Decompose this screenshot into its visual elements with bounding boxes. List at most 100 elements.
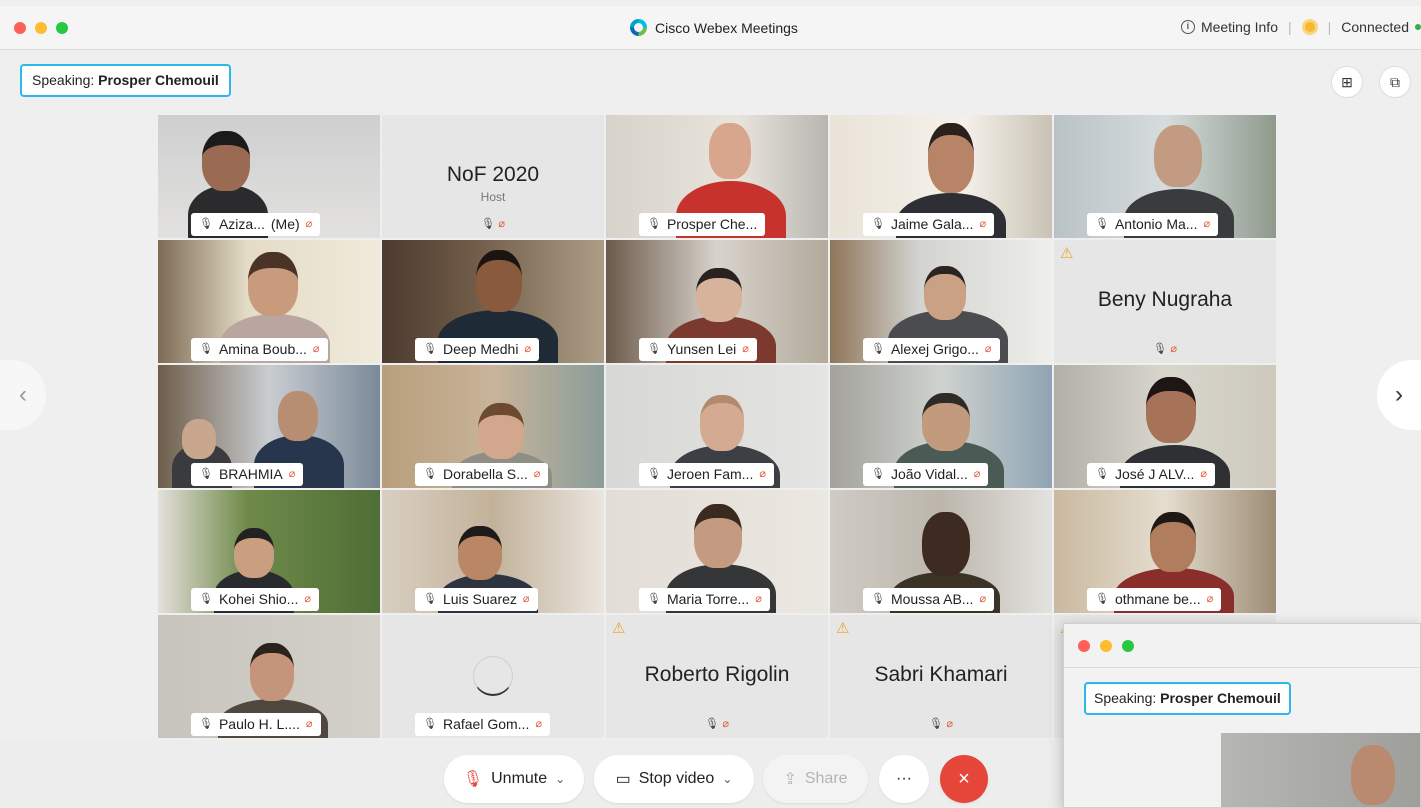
participant-name: othmane be... <box>1114 591 1201 607</box>
video-tile[interactable]: 🎙 Prosper Che... <box>606 115 828 238</box>
share-button[interactable]: ⇪ Share <box>763 755 868 803</box>
unmute-button[interactable]: 🎙 Unmute ⌄ <box>444 755 584 803</box>
status-icon[interactable] <box>1301 19 1318 35</box>
speaking-name: Prosper Chemouil <box>98 72 219 88</box>
participant-name-tag: 🎙 Yunsen Lei ⌀ <box>639 338 757 361</box>
minimize-window-button[interactable] <box>1100 640 1112 652</box>
muted-mic-icon: ⌀ <box>312 343 320 355</box>
leave-meeting-button[interactable]: × <box>940 755 988 803</box>
close-window-button[interactable] <box>14 22 26 34</box>
participant-name: Amina Boub... <box>218 341 307 357</box>
connection-status-label: Connected <box>1341 19 1409 35</box>
participant-name-tag: 🎙 Moussa AB... ⌀ <box>863 588 995 611</box>
mic-icon: 🎙 <box>1095 218 1109 230</box>
mic-icon: 🎙 <box>423 343 437 355</box>
avatar-head <box>696 268 742 322</box>
mic-icon: 🎙 <box>871 468 885 480</box>
participant-name: Alexej Grigo... <box>890 341 979 357</box>
mic-icon: 🎙 <box>423 593 437 605</box>
video-tile[interactable]: 🎙 José J ALV... ⌀ <box>1054 365 1276 488</box>
mini-title-bar <box>1064 624 1420 668</box>
video-tile[interactable]: 🎙 Jaime Gala... ⌀ <box>830 115 1052 238</box>
close-window-button[interactable] <box>1078 640 1090 652</box>
video-tile[interactable]: 🎙 Aziza... (Me) ⌀ <box>158 115 380 238</box>
video-tile[interactable]: 🎙 Jeroen Fam... ⌀ <box>606 365 828 488</box>
more-options-button[interactable]: ··· <box>879 755 929 803</box>
share-icon: ⇪ <box>783 771 797 788</box>
avatar-head <box>234 528 274 578</box>
video-tile[interactable]: 🎙 Alexej Grigo... ⌀ <box>830 240 1052 363</box>
muted-mic-icon: ⌀ <box>742 343 749 355</box>
video-tile[interactable]: 🎙 Amina Boub... ⌀ <box>158 240 380 363</box>
zoom-window-button[interactable] <box>1122 640 1134 652</box>
chevron-down-icon[interactable]: ⌄ <box>722 772 732 786</box>
video-tile[interactable]: 🎙 João Vidal... ⌀ <box>830 365 1052 488</box>
participant-name-tag: 🎙 Prosper Che... <box>639 213 766 236</box>
next-page-button[interactable]: › <box>1377 360 1421 430</box>
connected-dot-icon <box>1415 24 1421 30</box>
muted-mic-icon: ⌀ <box>973 468 981 480</box>
participant-name: João Vidal... <box>890 466 968 482</box>
video-tile[interactable]: 🎙 Luis Suarez ⌀ <box>382 490 604 613</box>
video-tile[interactable]: 🎙 BRAHMIA ⌀ <box>158 365 380 488</box>
avatar-head <box>1351 745 1395 805</box>
video-tile[interactable]: ⚠ Beny Nugraha 🎙 ⌀ <box>1054 240 1276 363</box>
stop-video-button[interactable]: ▭ Stop video ⌄ <box>594 755 754 803</box>
muted-mic-icon: ⌀ <box>984 343 992 355</box>
speaking-prefix: Speaking: <box>1094 690 1157 706</box>
video-tile[interactable]: NoF 2020 Host 🎙 ⌀ <box>382 115 604 238</box>
mic-icon: 🎙 <box>199 593 213 605</box>
stop-video-label: Stop video <box>638 770 715 787</box>
video-tile[interactable]: 🎙 Dorabella S... ⌀ <box>382 365 604 488</box>
participant-name: Roberto Rigolin <box>644 663 790 686</box>
video-tile[interactable]: 🎙 Paulo H. L.... ⌀ <box>158 615 380 738</box>
more-icon: ··· <box>896 770 912 787</box>
zoom-window-button[interactable] <box>56 22 68 34</box>
video-tile[interactable]: 🎙 Rafael Gom... ⌀ <box>382 615 604 738</box>
speaking-prefix: Speaking: <box>32 72 95 88</box>
mic-icon: 🎙 <box>647 593 661 605</box>
minimize-window-button[interactable] <box>35 22 47 34</box>
participant-name-tag: 🎙 Maria Torre... ⌀ <box>639 588 770 611</box>
video-tile[interactable]: 🎙 Moussa AB... ⌀ <box>830 490 1052 613</box>
previous-page-button[interactable]: ‹ <box>0 360 46 430</box>
video-tile[interactable]: 🎙 Kohei Shio... ⌀ <box>158 490 380 613</box>
floating-meeting-window[interactable]: Speaking: Prosper Chemouil <box>1063 623 1421 808</box>
participant-name-tag: 🎙 João Vidal... ⌀ <box>863 463 989 486</box>
participant-name-tag: 🎙 Jaime Gala... ⌀ <box>863 213 995 236</box>
mic-icon: 🎙 <box>423 468 437 480</box>
participant-name-tag: 🎙 Dorabella S... ⌀ <box>415 463 549 486</box>
grid-layout-icon[interactable]: ⊞ <box>1331 66 1363 98</box>
participant-status: 🎙 ⌀ <box>382 216 604 230</box>
popout-icon[interactable]: ⧉ <box>1379 66 1411 98</box>
meeting-info-button[interactable]: i Meeting Info <box>1180 19 1278 35</box>
video-tile[interactable]: 🎙 Antonio Ma... ⌀ <box>1054 115 1276 238</box>
chevron-down-icon[interactable]: ⌄ <box>555 772 565 786</box>
muted-mic-icon: ⌀ <box>533 468 541 480</box>
video-tile[interactable]: ⚠ Sabri Khamari 🎙 ⌀ <box>830 615 1052 738</box>
avatar-head <box>250 643 294 701</box>
muted-mic-icon: ⌀ <box>305 718 313 730</box>
unmute-label: Unmute <box>491 770 548 787</box>
participant-name: Yunsen Lei <box>666 341 737 357</box>
divider: | <box>1288 19 1292 35</box>
share-label: Share <box>804 770 848 787</box>
participant-name: Sabri Khamari <box>874 663 1008 686</box>
app-title: Cisco Webex Meetings <box>630 19 798 36</box>
participant-name-tag: 🎙 José J ALV... ⌀ <box>1087 463 1215 486</box>
video-tile[interactable]: 🎙 Maria Torre... ⌀ <box>606 490 828 613</box>
muted-mic-icon: ⌀ <box>1170 343 1177 355</box>
mic-icon: 🎙 <box>199 343 213 355</box>
webex-logo-icon <box>630 19 647 36</box>
participant-name-tag: 🎙 BRAHMIA ⌀ <box>191 463 304 486</box>
video-tile[interactable]: 🎙 Deep Medhi ⌀ <box>382 240 604 363</box>
warning-icon: ⚠ <box>836 620 850 637</box>
participant-name-tag: 🎙 Alexej Grigo... ⌀ <box>863 338 1000 361</box>
video-tile[interactable]: 🎙 othmane be... ⌀ <box>1054 490 1276 613</box>
active-speaker-label: Speaking: Prosper Chemouil <box>20 64 231 97</box>
info-icon: i <box>1180 20 1195 34</box>
video-tile[interactable]: 🎙 Yunsen Lei ⌀ <box>606 240 828 363</box>
video-tile[interactable]: ⚠ Roberto Rigolin 🎙 ⌀ <box>606 615 828 738</box>
participant-status: 🎙 ⌀ <box>830 716 1052 730</box>
participant-role: Host <box>480 190 506 204</box>
